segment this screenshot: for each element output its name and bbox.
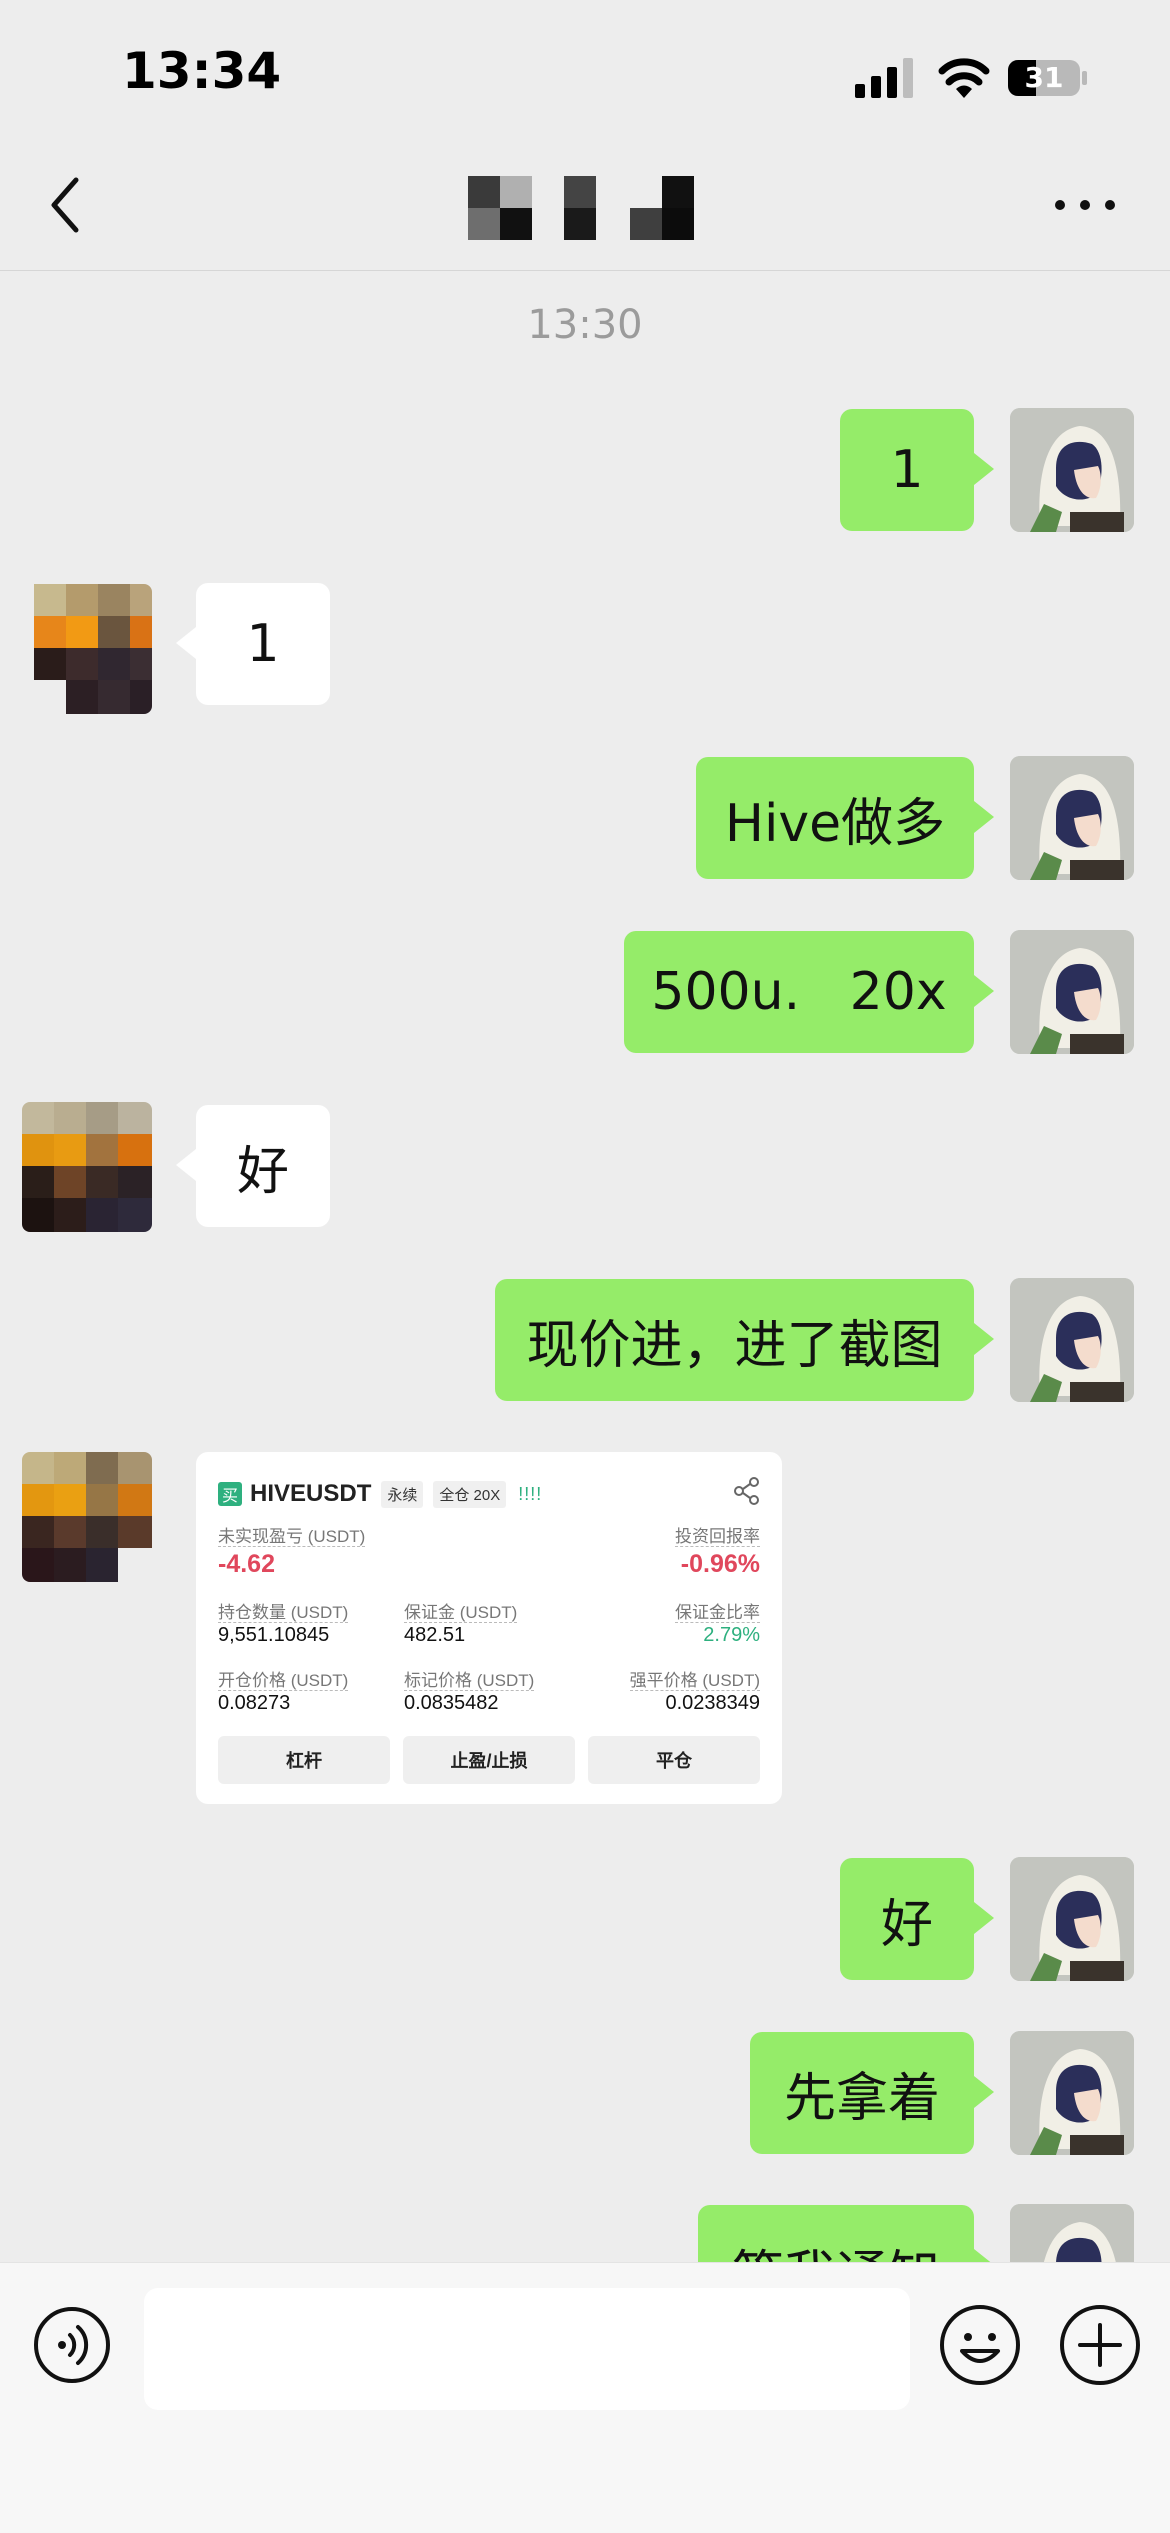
unrealized-pnl-value: -4.62 <box>218 1550 275 1578</box>
roi-label: 投资回报率 <box>675 1527 760 1547</box>
entry-price-label: 开仓价格 (USDT) <box>218 1671 349 1691</box>
anime-avatar-image <box>1010 1857 1134 1981</box>
anime-avatar-image <box>1010 756 1134 880</box>
liquidation-price-label: 强平价格 (USDT) <box>629 1671 760 1691</box>
message-input[interactable] <box>144 2288 910 2410</box>
emoji-icon[interactable] <box>938 2303 1022 2387</box>
message-text: 1 <box>890 440 924 500</box>
symbol: HIVEUSDT <box>250 1480 372 1507</box>
anime-avatar-image <box>1010 930 1134 1054</box>
mark-price-value: 0.0835482 <box>404 1692 499 1714</box>
card-header: 买 HIVEUSDT 永续 全仓 20X !!!! <box>218 1476 760 1512</box>
message-bubble-sent[interactable]: Hive做多 <box>696 757 994 879</box>
share-icon[interactable] <box>732 1476 762 1506</box>
message-bubble-sent[interactable]: 1 <box>840 409 994 531</box>
leverage-button[interactable]: 杠杆 <box>218 1736 390 1784</box>
pixelated-avatar-image <box>22 584 152 714</box>
margin-value: 482.51 <box>404 1624 466 1646</box>
avatar[interactable] <box>1010 1857 1134 1981</box>
avatar[interactable] <box>1010 2031 1134 2155</box>
back-button[interactable] <box>40 170 90 240</box>
avatar[interactable] <box>22 1102 152 1232</box>
message-text: 好 <box>236 1141 289 1202</box>
message-text: 先拿着 <box>784 2068 941 2129</box>
chip-margin-mode: 全仓 20X <box>433 1480 507 1508</box>
voice-input-icon[interactable] <box>32 2305 112 2385</box>
message-bubble-sent[interactable]: 先拿着 <box>750 2032 994 2154</box>
buy-tag: 买 <box>218 1482 242 1506</box>
message-text: 500u. 20x <box>651 962 947 1022</box>
message-text: 现价进，进了截图 <box>526 1315 943 1376</box>
liquidation-price-value: 0.0238349 <box>665 1692 760 1714</box>
message-bubble-sent[interactable]: 现价进，进了截图 <box>495 1279 994 1401</box>
chat-timestamp: 13:30 <box>527 302 643 348</box>
pixelated-avatar-image <box>22 1102 152 1232</box>
unrealized-pnl-label: 未实现盈亏 (USDT) <box>218 1527 366 1547</box>
message-bubble-received[interactable]: 1 <box>176 583 330 705</box>
avatar[interactable] <box>1010 1278 1134 1402</box>
avatar[interactable] <box>22 584 152 714</box>
mark-price-label: 标记价格 (USDT) <box>404 1671 535 1691</box>
status-time: 13:34 <box>122 42 282 100</box>
margin-ratio-label: 保证金比率 <box>675 1603 760 1623</box>
message-bubble-sent[interactable]: 好 <box>840 1858 994 1980</box>
close-position-button[interactable]: 平仓 <box>588 1736 760 1784</box>
wifi-icon <box>938 58 990 98</box>
tp-sl-button[interactable]: 止盈/止损 <box>403 1736 575 1784</box>
margin-label: 保证金 (USDT) <box>404 1603 518 1623</box>
avatar[interactable] <box>22 1452 152 1582</box>
status-bar: 13:34 31 <box>0 0 1170 140</box>
pixelated-avatar-image <box>22 1452 152 1582</box>
message-bubble-received[interactable]: 好 <box>176 1105 330 1227</box>
anime-avatar-image <box>1010 1278 1134 1402</box>
message-text: 1 <box>246 614 280 674</box>
position-screenshot-card[interactable]: 买 HIVEUSDT 永续 全仓 20X !!!! 未实现盈亏 (USDT) 投… <box>196 1452 782 1804</box>
message-bubble-sent[interactable]: 500u. 20x <box>624 931 994 1053</box>
battery-level: 31 <box>1024 61 1064 94</box>
plus-icon[interactable] <box>1058 2303 1142 2387</box>
avatar[interactable] <box>1010 408 1134 532</box>
message-text: Hive做多 <box>724 793 946 854</box>
more-options-icon[interactable] <box>1050 190 1120 220</box>
message-text: 好 <box>880 1894 933 1955</box>
anime-avatar-image <box>1010 408 1134 532</box>
avatar[interactable] <box>1010 756 1134 880</box>
position-size-label: 持仓数量 (USDT) <box>218 1603 349 1623</box>
position-size-value: 9,551.10845 <box>218 1624 330 1646</box>
margin-ratio-value: 2.79% <box>703 1624 760 1646</box>
risk-bars: !!!! <box>518 1483 543 1504</box>
chat-title-obscured <box>468 176 694 240</box>
cellular-signal-icon <box>855 58 913 98</box>
chip-perpetual: 永续 <box>381 1480 424 1508</box>
avatar[interactable] <box>1010 930 1134 1054</box>
anime-avatar-image <box>1010 2031 1134 2155</box>
entry-price-value: 0.08273 <box>218 1692 291 1714</box>
roi-value: -0.96% <box>680 1550 760 1578</box>
